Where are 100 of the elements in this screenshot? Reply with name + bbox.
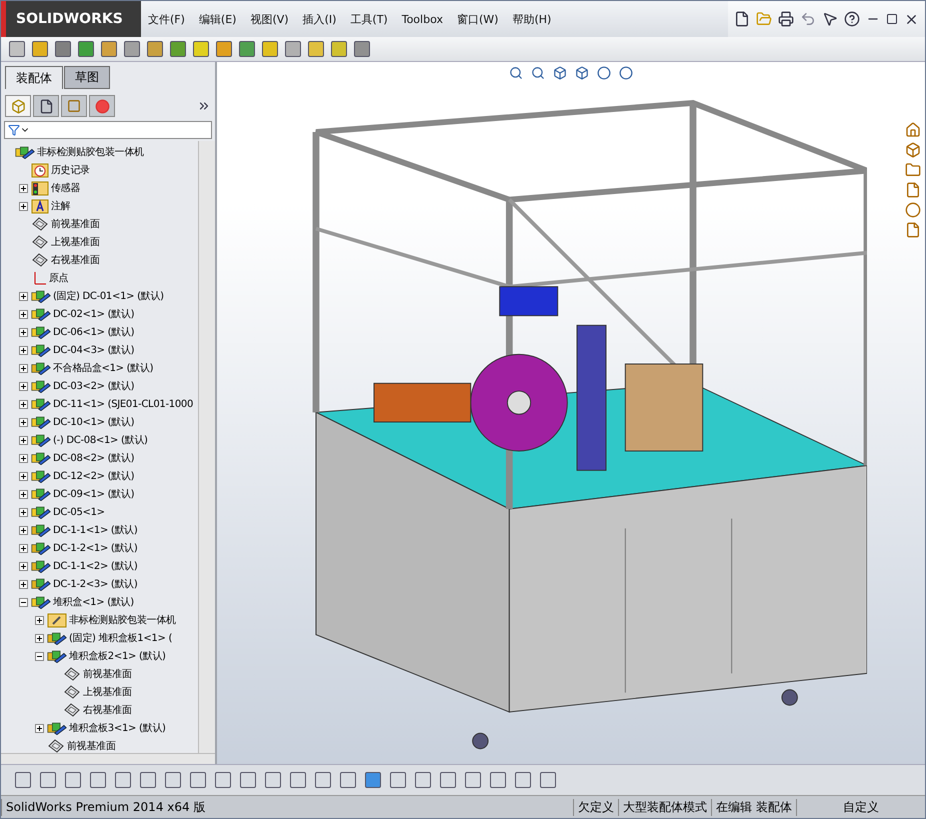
toolbar-icon[interactable] [331, 41, 347, 57]
toolbar-icon[interactable] [308, 41, 324, 57]
tree-item-label[interactable]: DC-06<1> (默认) [53, 325, 134, 339]
expand-toggle-icon[interactable] [19, 526, 28, 534]
maximize-icon[interactable] [886, 13, 898, 25]
sketch-tool-icon[interactable] [90, 772, 106, 788]
expand-toggle-icon[interactable] [35, 724, 44, 732]
expand-toggle-icon[interactable] [35, 616, 44, 624]
sketch-tool-icon[interactable] [290, 772, 306, 788]
expand-toggle-icon[interactable] [19, 292, 28, 300]
tree-item-label[interactable]: DC-04<3> (默认) [53, 343, 134, 357]
tree-item-label[interactable]: DC-03<2> (默认) [53, 379, 134, 393]
expand-toggle-icon[interactable] [19, 472, 28, 480]
sketch-tool-icon[interactable] [315, 772, 331, 788]
tree-item-label[interactable]: 右视基准面 [83, 703, 132, 717]
document-icon[interactable] [905, 182, 921, 198]
printer-icon[interactable] [778, 11, 794, 27]
view-tool-icon[interactable] [553, 66, 567, 80]
expand-toggle-icon[interactable] [19, 364, 28, 372]
tree-item-label[interactable]: 前视基准面 [83, 667, 132, 681]
expand-toggle-icon[interactable] [19, 454, 28, 462]
expand-toggle-icon[interactable] [19, 328, 28, 336]
menu-item[interactable]: 文件(F) [141, 1, 192, 37]
expand-toggle-icon[interactable] [19, 418, 28, 426]
expand-toggle-icon[interactable] [19, 202, 28, 210]
manager-tab[interactable] [5, 95, 31, 117]
sketch-tool-icon[interactable] [190, 772, 206, 788]
expand-toggle-icon[interactable] [19, 544, 28, 552]
sketch-tool-icon[interactable] [65, 772, 81, 788]
help-icon[interactable] [844, 11, 860, 27]
view-tool-icon[interactable] [509, 66, 523, 80]
view-tool-icon[interactable] [619, 66, 633, 80]
tree-item-label[interactable]: DC-05<1> [53, 506, 105, 518]
menu-item[interactable]: 视图(V) [243, 1, 296, 37]
sketch-tool-icon[interactable] [140, 772, 156, 788]
tree-item-label[interactable]: 右视基准面 [51, 253, 100, 267]
scrollbar[interactable] [198, 141, 215, 753]
sketch-tool-icon[interactable] [515, 772, 531, 788]
toolbar-icon[interactable] [9, 41, 25, 57]
filter-field[interactable] [4, 121, 212, 139]
tree-item-label[interactable]: 堆积盒板3<1> (默认) [69, 721, 166, 735]
tree-item-label[interactable]: (-) DC-08<1> (默认) [53, 433, 148, 447]
tree-item-label[interactable]: (固定) DC-01<1> (默认) [53, 289, 164, 303]
tree-item-label[interactable]: 上视基准面 [83, 685, 132, 699]
expand-toggle-icon[interactable] [19, 562, 28, 570]
sketch-tool-icon[interactable] [165, 772, 181, 788]
manager-tab[interactable] [33, 95, 59, 117]
view-tool-icon[interactable] [531, 66, 545, 80]
toolbar-icon[interactable] [147, 41, 163, 57]
tree-item-label[interactable]: DC-1-2<3> (默认) [53, 577, 138, 591]
menu-item[interactable]: 编辑(E) [192, 1, 244, 37]
tree-item-label[interactable]: 非标检测贴胶包装一体机 [37, 145, 144, 159]
collapse-toggle-icon[interactable] [19, 598, 28, 606]
tree-item-label[interactable]: DC-10<1> (默认) [53, 415, 134, 429]
view-tool-icon[interactable] [575, 66, 589, 80]
menu-item[interactable]: Toolbox [394, 1, 450, 37]
tree-item-label[interactable]: 堆积盒<1> (默认) [53, 595, 134, 609]
menu-item[interactable]: 帮助(H) [505, 1, 558, 37]
tree-item-label[interactable]: DC-1-1<2> (默认) [53, 559, 138, 573]
tree-item-label[interactable]: 前视基准面 [51, 217, 100, 231]
tree-item-label[interactable]: 上视基准面 [51, 235, 100, 249]
sketch-tool-icon[interactable] [115, 772, 131, 788]
tree-item-label[interactable]: DC-1-1<1> (默认) [53, 523, 138, 537]
pointer-icon[interactable] [822, 11, 838, 27]
sketch-tool-icon[interactable] [415, 772, 431, 788]
menu-item[interactable]: 工具(T) [343, 1, 395, 37]
expand-toggle-icon[interactable] [35, 634, 44, 642]
tree-item-label[interactable]: 传感器 [51, 181, 80, 195]
tree-item-label[interactable]: DC-1-2<1> (默认) [53, 541, 138, 555]
toolbar-icon[interactable] [285, 41, 301, 57]
sketch-tool-icon[interactable] [15, 772, 31, 788]
toolbar-icon[interactable] [32, 41, 48, 57]
undo-icon[interactable] [800, 11, 816, 27]
expand-toggle-icon[interactable] [19, 436, 28, 444]
tree-item-label[interactable]: (固定) 堆积盒板1<1> ( [69, 631, 172, 645]
tree-item-label[interactable]: 历史记录 [51, 163, 90, 177]
panel-tab[interactable]: 草图 [64, 66, 110, 89]
collapse-toggle-icon[interactable] [35, 652, 44, 660]
sketch-tool-icon[interactable] [465, 772, 481, 788]
file-icon[interactable] [734, 11, 750, 27]
menu-item[interactable]: 插入(I) [296, 1, 344, 37]
expand-toggle-icon[interactable] [19, 310, 28, 318]
menu-item[interactable]: 窗口(W) [450, 1, 506, 37]
tree-item-label[interactable]: 堆积盒板2<1> (默认) [69, 649, 166, 663]
tree-item-label[interactable]: DC-12<2> (默认) [53, 469, 134, 483]
horizontal-scrollbar[interactable] [1, 753, 215, 764]
sketch-tool-icon[interactable] [390, 772, 406, 788]
sketch-tool-icon[interactable] [215, 772, 231, 788]
cube-icon[interactable] [905, 142, 921, 158]
sketch-tool-icon[interactable] [265, 772, 281, 788]
view-tool-icon[interactable] [597, 66, 611, 80]
tree-item-label[interactable]: DC-11<1> (SJE01-CL01-1000 [53, 398, 194, 410]
expand-toggle-icon[interactable] [19, 580, 28, 588]
toolbar-icon[interactable] [216, 41, 232, 57]
sketch-tool-icon[interactable] [540, 772, 556, 788]
tree-item-label[interactable]: 前视基准面 [67, 739, 116, 753]
document-icon[interactable] [905, 222, 921, 238]
tree-item-label[interactable]: 注解 [51, 199, 70, 213]
tree-item-label[interactable]: 非标检测贴胶包装一体机 [69, 613, 176, 627]
tree-item-label[interactable]: DC-08<2> (默认) [53, 451, 134, 465]
